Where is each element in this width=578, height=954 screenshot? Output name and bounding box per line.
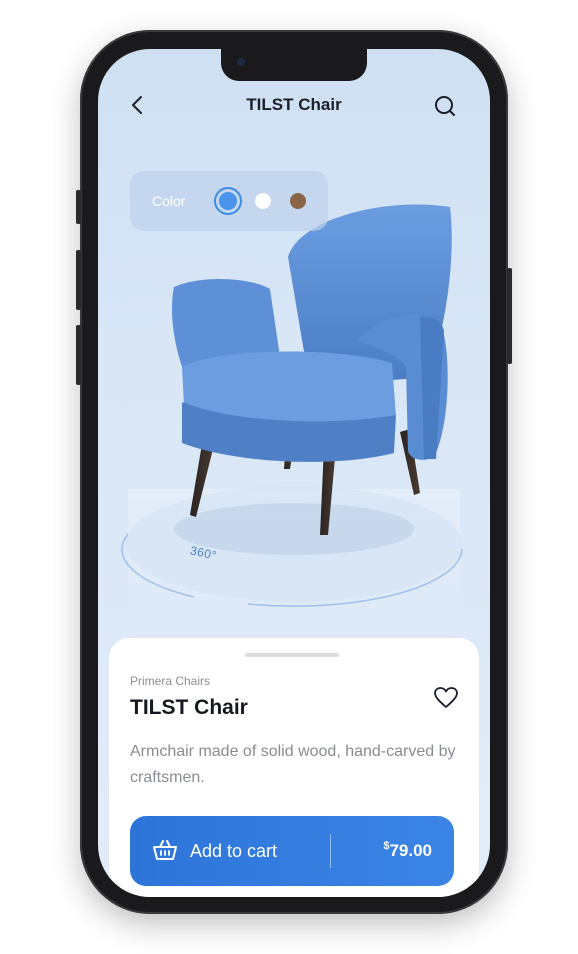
search-button[interactable] — [432, 93, 458, 119]
price-value: 79.00 — [389, 841, 432, 860]
basket-icon — [153, 840, 177, 860]
volume-down-button — [76, 325, 81, 385]
mute-switch — [76, 190, 81, 224]
add-to-cart-label: Add to cart — [190, 841, 278, 861]
sheet-drag-handle[interactable] — [245, 653, 339, 657]
product-description: Armchair made of solid wood, hand-carved… — [130, 743, 456, 786]
color-swatch-brown[interactable] — [290, 193, 306, 209]
color-picker: Color — [130, 171, 328, 231]
screen: TILST Chair 360° Color Primera Chairs TI… — [98, 49, 490, 897]
product-sheet: Primera Chairs TILST Chair Armchair made… — [109, 638, 479, 897]
cart-divider — [330, 834, 331, 868]
color-label: Color — [152, 193, 186, 209]
chair-image[interactable] — [160, 197, 460, 557]
volume-up-button — [76, 250, 81, 310]
app-header: TILST Chair — [98, 85, 490, 125]
price-label: $79.00 — [383, 840, 432, 861]
color-swatch-white[interactable] — [255, 193, 271, 209]
product-title: TILST Chair — [130, 696, 248, 719]
notch — [221, 49, 367, 81]
currency-symbol: $ — [383, 840, 390, 852]
favorite-button[interactable] — [433, 686, 459, 710]
heart-icon — [434, 687, 458, 708]
search-icon — [435, 96, 455, 116]
brand-name: Primera Chairs — [130, 674, 211, 688]
color-swatch-blue[interactable] — [219, 192, 237, 210]
add-to-cart-button[interactable]: Add to cart $79.00 — [130, 816, 454, 886]
camera — [237, 58, 245, 66]
power-button — [507, 268, 512, 364]
